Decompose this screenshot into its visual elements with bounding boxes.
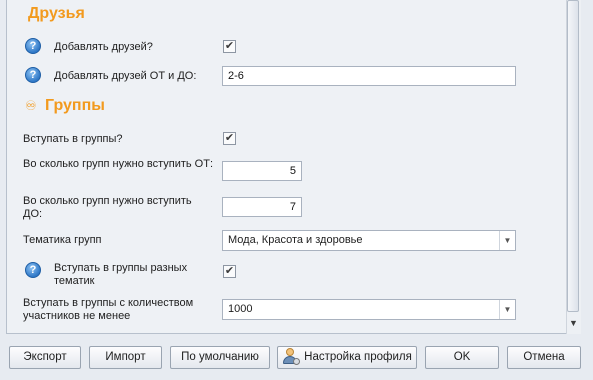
group-topic-value: Мода, Красота и здоровье [228,234,363,246]
min-members-select[interactable]: 1000 ▼ [222,299,516,320]
join-groups-label: Вступать в группы? [23,133,123,145]
cancel-button[interactable]: Отмена [507,346,581,369]
ok-button[interactable]: OK [425,346,499,369]
group-icon: ♾ [25,98,37,113]
default-button[interactable]: По умолчанию [170,346,270,369]
chevron-down-icon[interactable]: ▼ [499,300,515,319]
help-icon[interactable]: ? [25,67,41,83]
friends-range-label: Добавлять друзей ОТ и ДО: [54,70,197,82]
diff-topics-checkbox[interactable]: ✔ [223,265,236,278]
help-icon[interactable]: ? [25,38,41,54]
profile-settings-label: Настройка профиля [304,351,412,363]
friends-range-input[interactable]: 2-6 [222,66,516,86]
groups-to-input[interactable]: 7 [222,197,302,217]
add-friends-label: Добавлять друзей? [54,41,153,53]
diff-topics-label: Вступать в группы разных тематик [54,262,188,287]
scroll-down-arrow-icon[interactable]: ▼ [567,317,580,330]
groups-to-label: Во сколько групп нужно вступить ДО: [23,195,192,220]
group-topic-select[interactable]: Мода, Красота и здоровье ▼ [222,230,516,251]
scrollbar-thumb[interactable] [567,0,579,312]
min-members-label: Вступать в группы с количеством участник… [23,297,194,322]
groups-from-label: Во сколько групп нужно вступить ОТ: [23,158,214,170]
groups-from-input[interactable]: 5 [222,161,302,181]
min-members-value: 1000 [228,303,253,315]
group-topic-label: Тематика групп [23,234,102,246]
join-groups-checkbox[interactable]: ✔ [223,132,236,145]
chevron-down-icon[interactable]: ▼ [499,231,515,250]
friends-section-title: Друзья [28,5,85,22]
groups-section-title: Группы [45,97,105,114]
import-button[interactable]: Импорт [89,346,162,369]
export-button[interactable]: Экспорт [9,346,81,369]
help-icon[interactable]: ? [25,262,41,278]
add-friends-checkbox[interactable]: ✔ [223,40,236,53]
user-settings-icon [282,348,301,365]
profile-settings-button[interactable]: Настройка профиля [277,346,417,369]
